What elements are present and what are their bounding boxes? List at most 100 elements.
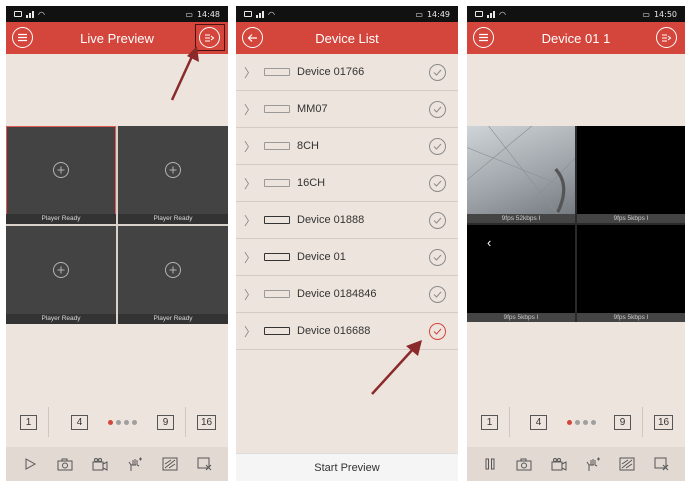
add-channel-icon[interactable] bbox=[165, 262, 181, 279]
page-dot bbox=[124, 419, 129, 425]
video-cell[interactable]: 9fps 52kbps I bbox=[467, 126, 575, 223]
status-time: 14:50 bbox=[653, 9, 677, 19]
check-icon[interactable] bbox=[429, 211, 446, 229]
chevron-left-icon[interactable]: ‹ bbox=[487, 235, 491, 250]
chevron-right-icon[interactable]: 〉 bbox=[236, 212, 264, 229]
menu-icon[interactable] bbox=[473, 27, 494, 48]
page-title: Device List bbox=[315, 30, 379, 46]
page-dot bbox=[583, 419, 588, 425]
check-icon[interactable] bbox=[429, 63, 446, 81]
check-icon[interactable] bbox=[429, 100, 446, 118]
stream-info: 9fps 5kbps I bbox=[577, 214, 685, 223]
device-name: 16CH bbox=[297, 177, 326, 189]
status-bar: ◠ ▭ 14:50 bbox=[467, 6, 685, 22]
layout-bar: 1 4 9 16 bbox=[6, 404, 228, 440]
page-dot bbox=[108, 419, 113, 425]
check-icon[interactable] bbox=[429, 137, 446, 155]
channel-list-icon[interactable] bbox=[656, 27, 677, 48]
divider bbox=[185, 407, 186, 437]
dvr-device-icon bbox=[264, 327, 290, 335]
video-cell[interactable]: 9fps 5kbps I bbox=[577, 225, 685, 322]
device-row[interactable]: 〉 8CH bbox=[236, 128, 458, 165]
top-bar: Device List bbox=[236, 22, 458, 54]
layout-9-button[interactable]: 9 bbox=[614, 414, 631, 430]
signal-icon bbox=[26, 10, 34, 18]
back-icon[interactable] bbox=[242, 27, 263, 48]
quality-icon[interactable] bbox=[160, 455, 180, 473]
quality-icon[interactable] bbox=[617, 455, 637, 473]
video-cell[interactable]: Player Ready bbox=[118, 226, 228, 324]
device-row[interactable]: 〉 Device 01 bbox=[236, 239, 458, 276]
channel-list-icon[interactable] bbox=[199, 27, 220, 48]
layout-4-button[interactable]: 4 bbox=[71, 414, 88, 430]
chevron-right-icon[interactable]: 〉 bbox=[236, 138, 264, 155]
record-icon[interactable] bbox=[90, 455, 110, 473]
device-row[interactable]: 〉 16CH bbox=[236, 165, 458, 202]
pause-icon[interactable] bbox=[480, 455, 500, 473]
live-preview-screen: ◠ ▭ 14:48 Live Preview Player Ready Playe… bbox=[6, 6, 228, 481]
device-row[interactable]: 〉 MM07 bbox=[236, 91, 458, 128]
wifi-icon: ◠ bbox=[499, 9, 506, 19]
ptz-icon[interactable] bbox=[125, 455, 145, 473]
add-channel-icon[interactable] bbox=[165, 162, 181, 179]
camera-feed bbox=[467, 126, 575, 223]
play-icon[interactable] bbox=[20, 455, 40, 473]
record-icon[interactable] bbox=[549, 455, 569, 473]
layout-1-button[interactable]: 1 bbox=[20, 414, 37, 430]
chevron-right-icon[interactable]: 〉 bbox=[236, 323, 264, 340]
video-cell[interactable]: Player Ready bbox=[6, 226, 116, 324]
add-channel-icon[interactable] bbox=[53, 262, 69, 279]
sim-icon bbox=[14, 11, 22, 17]
video-cell[interactable]: Player Ready bbox=[6, 126, 116, 224]
layout-4-button[interactable]: 4 bbox=[530, 414, 547, 430]
device-name: MM07 bbox=[297, 103, 328, 115]
check-icon[interactable] bbox=[429, 174, 446, 192]
device-list: 〉 Device 01766 〉 MM07 〉 8CH 〉 16CH 〉 Dev… bbox=[236, 54, 458, 350]
top-bar: Live Preview bbox=[6, 22, 228, 54]
layout-9-button[interactable]: 9 bbox=[157, 414, 174, 430]
device-preview-screen: ◠ ▭ 14:50 Device 01 1 9fps 52kbps I 9fps … bbox=[467, 6, 685, 481]
close-window-icon[interactable] bbox=[652, 455, 672, 473]
layout-16-button[interactable]: 16 bbox=[654, 414, 673, 430]
video-cell[interactable]: ‹ 9fps 5kbps I bbox=[467, 225, 575, 322]
ptz-icon[interactable] bbox=[583, 455, 603, 473]
chevron-right-icon[interactable]: 〉 bbox=[236, 249, 264, 266]
check-icon[interactable] bbox=[429, 248, 446, 266]
battery-icon: ▭ bbox=[415, 9, 423, 19]
check-icon[interactable] bbox=[429, 285, 446, 303]
divider bbox=[642, 407, 643, 437]
divider bbox=[48, 407, 49, 437]
wifi-icon: ◠ bbox=[38, 9, 45, 19]
layout-16-button[interactable]: 16 bbox=[197, 414, 216, 430]
device-row[interactable]: 〉 Device 01888 bbox=[236, 202, 458, 239]
video-cell[interactable]: 9fps 5kbps I bbox=[577, 126, 685, 223]
chevron-right-icon[interactable]: 〉 bbox=[236, 175, 264, 192]
page-indicator bbox=[108, 419, 137, 425]
device-name: Device 01888 bbox=[297, 214, 365, 226]
page-dot bbox=[567, 419, 572, 425]
status-time: 14:49 bbox=[426, 9, 450, 19]
chevron-right-icon[interactable]: 〉 bbox=[236, 286, 264, 303]
page-dot bbox=[575, 419, 580, 425]
add-channel-icon[interactable] bbox=[53, 162, 69, 179]
bottom-toolbar bbox=[6, 447, 228, 481]
close-window-icon[interactable] bbox=[195, 455, 215, 473]
chevron-right-icon[interactable]: 〉 bbox=[236, 101, 264, 118]
snapshot-icon[interactable] bbox=[55, 455, 75, 473]
wifi-icon: ◠ bbox=[268, 9, 275, 19]
device-row[interactable]: 〉 Device 016688 bbox=[236, 313, 458, 350]
menu-icon[interactable] bbox=[12, 27, 33, 48]
page-dot bbox=[116, 419, 121, 425]
chevron-right-icon[interactable]: 〉 bbox=[236, 64, 264, 81]
cell-status: Player Ready bbox=[118, 214, 228, 224]
snapshot-icon[interactable] bbox=[514, 455, 534, 473]
device-row[interactable]: 〉 Device 01766 bbox=[236, 54, 458, 91]
status-bar: ◠ ▭ 14:49 bbox=[236, 6, 458, 22]
device-row[interactable]: 〉 Device 0184846 bbox=[236, 276, 458, 313]
video-cell[interactable]: Player Ready bbox=[118, 126, 228, 224]
start-preview-button[interactable]: Start Preview bbox=[236, 453, 458, 481]
layout-1-button[interactable]: 1 bbox=[481, 414, 498, 430]
signal-icon bbox=[256, 10, 264, 18]
sim-icon bbox=[475, 11, 483, 17]
check-icon[interactable] bbox=[429, 322, 446, 340]
